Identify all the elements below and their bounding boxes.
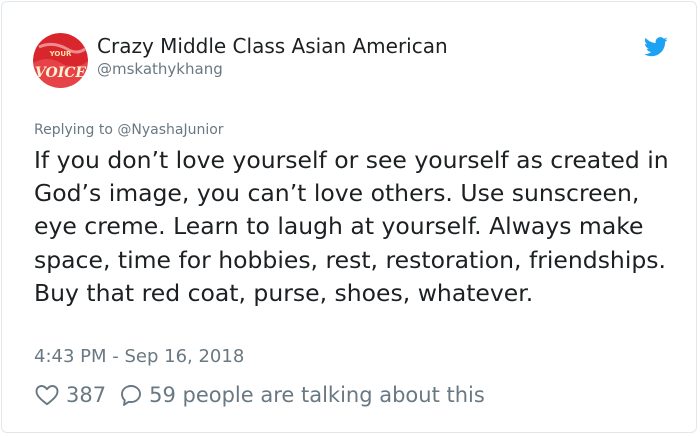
like-count: 387 — [66, 383, 107, 407]
tweet-card: YOUR VOICE Crazy Middle Class Asian Amer… — [1, 1, 697, 433]
speech-bubble-icon — [119, 383, 143, 407]
author-name[interactable]: Crazy Middle Class Asian American — [97, 34, 448, 58]
tweet-actions: 387 59 people are talking about this — [35, 380, 485, 410]
avatar-word-voice: VOICE — [35, 65, 87, 81]
talking-about-link[interactable]: 59 people are talking about this — [119, 383, 485, 407]
reply-handle-link[interactable]: @NyashaJunior — [117, 122, 223, 138]
heart-icon — [35, 384, 59, 406]
like-button[interactable]: 387 — [35, 383, 106, 407]
avatar-image: YOUR VOICE — [33, 33, 88, 88]
tweet-text: If you don’t love yourself or see yourse… — [34, 146, 669, 307]
avatar[interactable]: YOUR VOICE — [33, 33, 88, 88]
reply-prefix: Replying to — [34, 122, 118, 138]
twitter-bird-icon[interactable] — [644, 36, 668, 58]
tweet-timestamp[interactable]: 4:43 PM - Sep 16, 2018 — [34, 346, 244, 367]
avatar-word-your: YOUR — [49, 50, 72, 58]
reply-context: Replying to @NyashaJunior — [34, 122, 224, 138]
author-handle[interactable]: @mskathykhang — [97, 60, 223, 78]
talking-about-text: 59 people are talking about this — [149, 383, 485, 407]
